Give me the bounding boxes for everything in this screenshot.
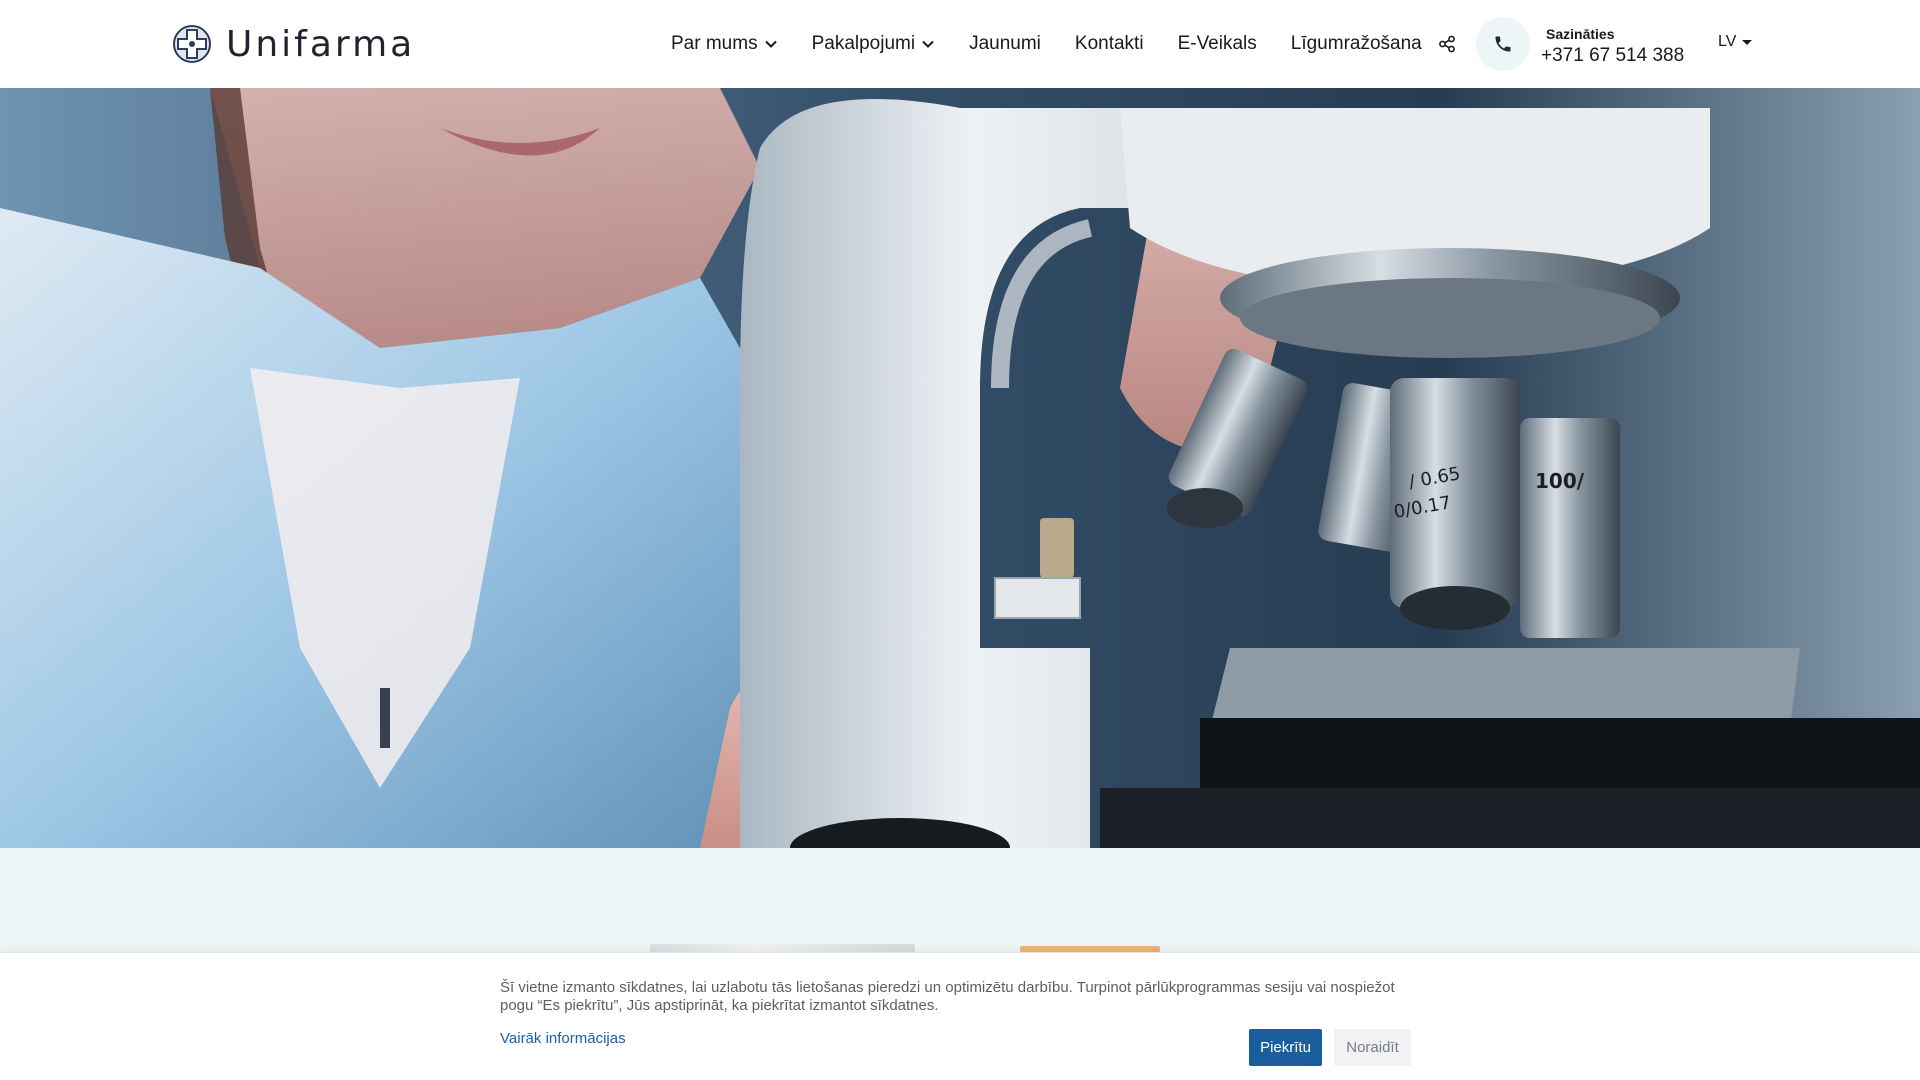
chevron-down-icon [764,40,777,48]
nav-item-label: Pakalpojumi [811,33,916,54]
objective-label: 100/ [1535,469,1585,493]
nav-item-label: Par mums [671,33,758,54]
chevron-down-icon [922,40,934,48]
logo-text: Unifarma [226,23,416,65]
nav-item-label: Līgumražošana [1290,33,1422,54]
site-header: Unifarma Par mums Pakalpojumi Jaunumi Ko… [0,0,1920,88]
main-nav: Par mums Pakalpojumi Jaunumi Kontakti E-… [671,30,1422,58]
cross-circle-logo-icon [173,25,211,63]
contact-label: Sazināties [1546,26,1615,42]
cookie-banner-text: Šī vietne izmanto sīkdatnes, lai uzlabot… [500,979,1395,1014]
cookie-banner: Šī vietne izmanto sīkdatnes, lai uzlabot… [0,952,1920,1080]
nav-item-label: E-Veikals [1177,33,1257,54]
nav-item-kontakti[interactable]: Kontakti [1075,33,1144,55]
contact-phone-link[interactable]: +371 67 514 388 [1541,45,1684,67]
hero-image: / 0.65 0/0.17 100/ [0,88,1920,848]
language-selector[interactable]: LV [1718,33,1753,51]
phone-icon [1495,36,1511,52]
nav-item-par-mums[interactable]: Par mums [671,33,778,55]
nav-item-ligumrazosana[interactable]: Līgumražošana [1291,33,1422,55]
nav-item-label: Jaunumi [969,33,1041,54]
nav-item-pakalpojumi[interactable]: Pakalpojumi [812,33,936,55]
cookie-accept-button[interactable]: Piekrītu [1249,1029,1322,1066]
phone-button[interactable] [1476,17,1530,71]
language-label: LV [1718,33,1737,50]
nav-item-jaunumi[interactable]: Jaunumi [969,33,1041,55]
nav-item-e-veikals[interactable]: E-Veikals [1178,33,1257,55]
share-button[interactable] [1435,32,1459,56]
laboratory-microscope-photo: / 0.65 0/0.17 100/ [0,88,1920,848]
cookie-decline-button[interactable]: Noraidīt [1334,1029,1411,1066]
cookie-more-info-link[interactable]: Vairāk informācijas [500,1030,626,1047]
caret-down-icon [1742,39,1753,45]
share-icon [1439,35,1455,53]
nav-item-label: Kontakti [1074,33,1144,54]
logo[interactable]: Unifarma [172,22,415,66]
